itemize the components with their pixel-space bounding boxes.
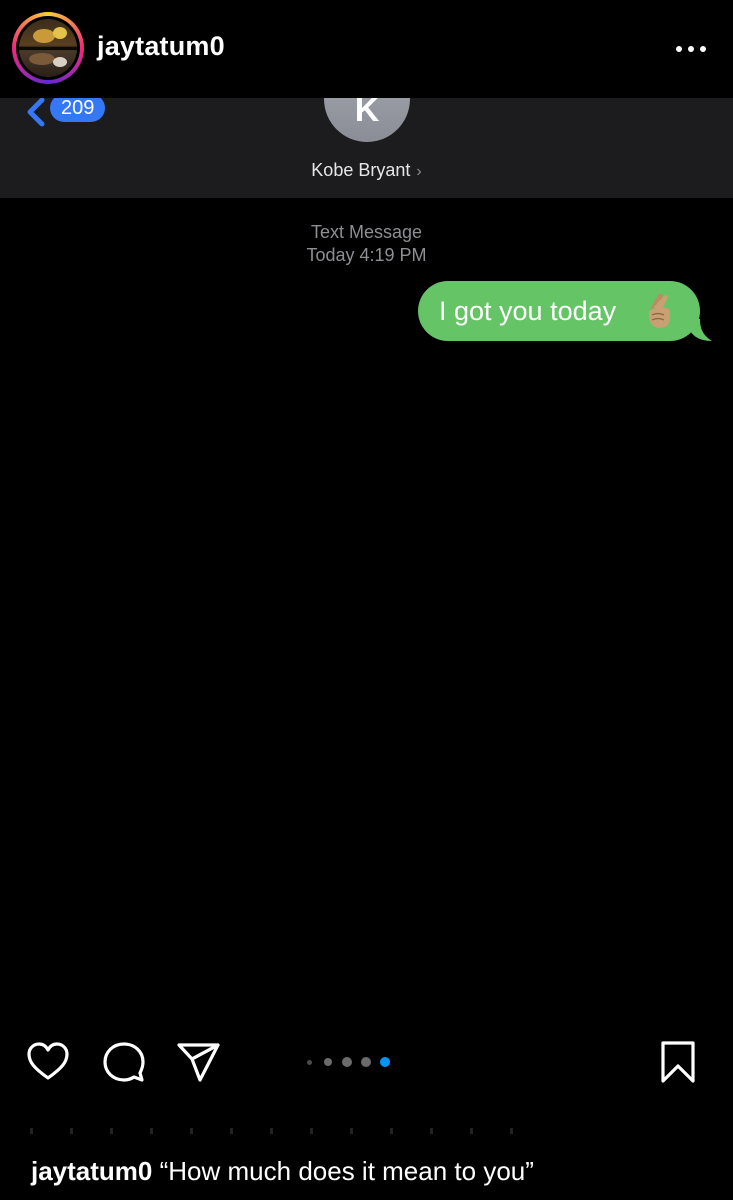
faded-text-line <box>30 1128 550 1134</box>
contact-chevron: › <box>416 163 422 180</box>
crossed-fingers-icon <box>648 293 670 328</box>
contact-name-row: Kobe Bryant › <box>0 160 733 181</box>
caption-username[interactable]: jaytatum0 <box>31 1156 152 1186</box>
avatar-frame <box>16 16 80 80</box>
post-username[interactable]: jaytatum0 <box>97 31 225 62</box>
more-options-icon[interactable] <box>676 44 706 54</box>
avatar-detail <box>53 27 67 39</box>
contact-avatar: K <box>324 98 410 142</box>
contact-name: Kobe Bryant <box>311 160 411 180</box>
post-caption: jaytatum0 “How much does it mean to you” <box>31 1156 534 1187</box>
messages-nav-bar: 209 K Kobe Bryant › <box>0 98 733 198</box>
unread-count-badge: 209 <box>50 98 106 122</box>
contact-initial: K <box>354 98 380 129</box>
message-timestamp: Today 4:19 PM <box>306 245 427 265</box>
heart-icon[interactable] <box>26 1040 70 1084</box>
more-dot <box>688 46 694 52</box>
post-header: jaytatum0 <box>0 0 733 98</box>
avatar[interactable] <box>19 19 77 77</box>
back-chevron-icon <box>27 98 45 127</box>
message-meta: Text Message Today 4:19 PM <box>0 221 733 267</box>
bookmark-icon[interactable] <box>656 1040 700 1084</box>
carousel-dot <box>324 1058 332 1066</box>
post-image[interactable]: 209 K Kobe Bryant › Text Message Today 4:… <box>0 98 733 1028</box>
carousel-dot <box>306 1059 312 1065</box>
bubble-tail <box>686 319 712 341</box>
carousel-dot <box>342 1057 352 1067</box>
story-ring[interactable] <box>12 12 84 84</box>
avatar-detail <box>33 29 55 43</box>
avatar-detail <box>53 57 67 67</box>
more-dot <box>676 46 682 52</box>
more-dot <box>700 46 706 52</box>
send-icon[interactable] <box>176 1040 220 1084</box>
avatar-detail <box>29 53 55 65</box>
message-service: Text Message <box>310 222 423 242</box>
post-action-bar <box>0 1030 733 1090</box>
carousel-dot <box>361 1057 371 1067</box>
message-text: I got you today <box>439 296 617 326</box>
comment-icon[interactable] <box>102 1040 146 1084</box>
caption-text: “How much does it mean to you” <box>159 1156 534 1186</box>
carousel-dot-active <box>380 1057 390 1067</box>
avatar-detail <box>19 47 77 50</box>
